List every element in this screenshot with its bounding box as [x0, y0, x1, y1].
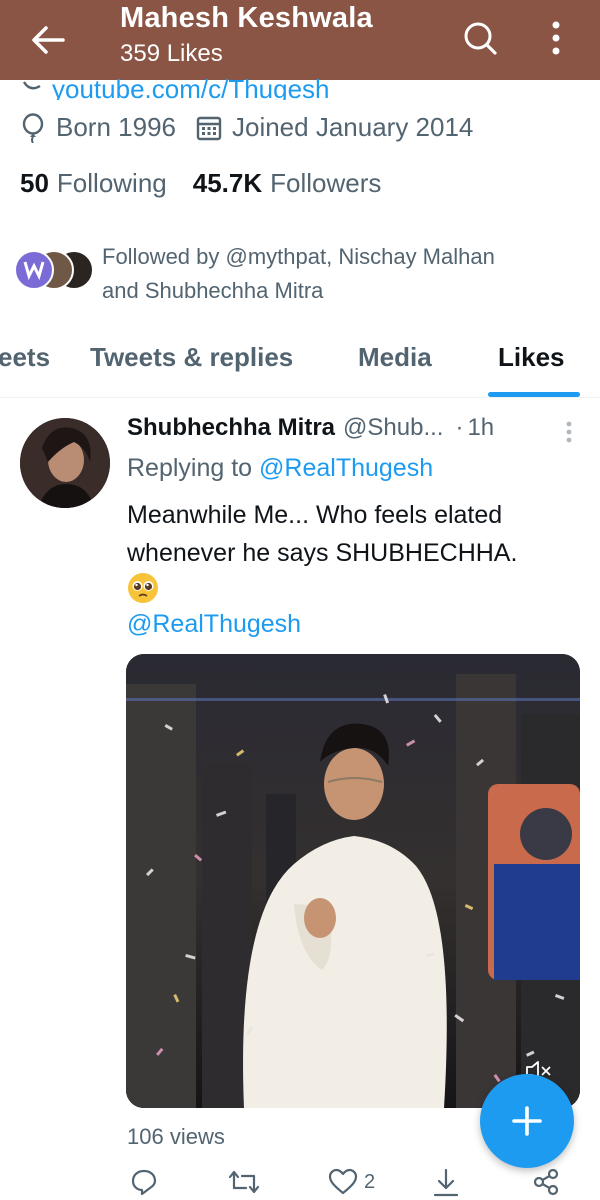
following-count: 50 — [20, 168, 49, 198]
tab-tweets-replies[interactable]: Tweets & replies — [90, 342, 293, 373]
followers-label: Followers — [270, 168, 382, 198]
share-button[interactable] — [532, 1168, 560, 1196]
back-button[interactable] — [26, 18, 70, 62]
active-tab-indicator — [488, 392, 580, 397]
tweet-video[interactable] — [126, 654, 580, 1108]
heart-icon — [328, 1168, 358, 1195]
view-count: 106 views — [127, 1124, 225, 1149]
born-text: Born 1996 — [56, 112, 176, 142]
profile-name-title: Mahesh Keshwala — [120, 2, 373, 34]
profile-link[interactable]: youtube.com/c/Thugesh — [52, 78, 330, 100]
retweet-button[interactable] — [228, 1168, 260, 1196]
follow-stats: 50 Following 45.7K Followers — [20, 168, 407, 199]
more-vertical-icon — [552, 21, 560, 55]
reply-mention-link[interactable]: @RealThugesh — [259, 454, 433, 482]
followers-link[interactable]: 45.7K Followers — [193, 168, 382, 199]
born-item: Born 1996 — [20, 112, 176, 143]
calendar-icon — [196, 116, 222, 140]
likes-count-subtitle: 359 Likes — [120, 40, 223, 67]
balloon-icon — [22, 112, 44, 143]
following-link[interactable]: 50 Following — [20, 168, 167, 199]
tweet-author-handle[interactable]: @Shub... — [343, 414, 443, 442]
tab-tweets[interactable]: eets — [0, 342, 50, 373]
tab-likes[interactable]: Likes — [498, 342, 565, 373]
search-icon — [464, 22, 497, 55]
more-options-button[interactable] — [536, 16, 576, 60]
followers-count: 45.7K — [192, 168, 263, 198]
tweet-more-icon[interactable] — [565, 420, 573, 444]
download-button[interactable] — [432, 1168, 460, 1198]
tweet-text: Meanwhile Me... Who feels elated wheneve… — [127, 501, 518, 567]
pleading-face-emoji-icon — [128, 573, 158, 603]
reply-button[interactable] — [130, 1168, 158, 1196]
arrow-left-icon — [32, 26, 65, 54]
profile-meta: Born 1996 Joined January 2014 — [20, 112, 493, 143]
tweet-author-name[interactable]: Shubhechha Mitra — [127, 414, 335, 442]
followed-by-text: Followed by @mythpat, Nischay Malhan and… — [102, 244, 495, 303]
reply-icon — [131, 1169, 157, 1196]
profile-tabs: eets Tweets & replies Media Likes — [0, 332, 600, 398]
like-button[interactable]: 2 — [328, 1168, 375, 1196]
profile-link-row[interactable]: youtube.com/c/Thugesh — [20, 78, 330, 100]
joined-text: Joined January 2014 — [231, 112, 474, 142]
tweet-actions: 2 — [120, 1168, 580, 1200]
tweet-mention-link[interactable]: @RealThugesh — [127, 610, 301, 639]
tab-media[interactable]: Media — [358, 342, 432, 373]
avatar — [14, 250, 54, 290]
replying-to: Replying to @RealThugesh — [127, 454, 434, 482]
following-label: Following — [56, 168, 167, 198]
link-icon — [22, 81, 41, 90]
share-icon — [533, 1168, 559, 1196]
tweet-author-avatar[interactable] — [20, 418, 110, 508]
joined-item: Joined January 2014 — [196, 112, 473, 143]
compose-tweet-button[interactable] — [480, 1074, 574, 1168]
tweet-header: Shubhechha Mitra @Shub... · 1h — [127, 414, 587, 444]
followed-by[interactable]: Followed by @mythpat, Nischay Malhan and… — [14, 240, 495, 308]
tweet-time: 1h — [467, 414, 495, 441]
plus-icon — [512, 1106, 542, 1136]
video-frame — [126, 654, 580, 1108]
download-icon — [433, 1168, 459, 1197]
like-count: 2 — [364, 1170, 376, 1193]
search-button[interactable] — [458, 16, 502, 60]
mutual-avatars — [14, 250, 96, 300]
app-header: Mahesh Keshwala 359 Likes — [0, 0, 600, 80]
separator-dot: · — [455, 414, 464, 441]
retweet-icon — [228, 1170, 260, 1194]
